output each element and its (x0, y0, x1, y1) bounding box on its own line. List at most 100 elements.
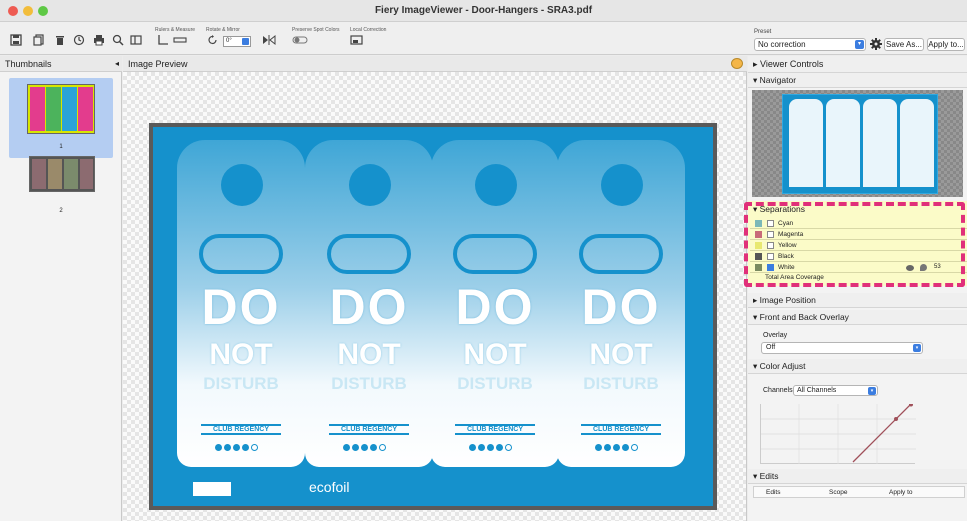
hanger-text-not: NOT (209, 338, 273, 371)
history-icon[interactable] (72, 34, 86, 48)
rating-dots (595, 444, 638, 453)
navigator-header[interactable]: ▾ Navigator (748, 73, 967, 88)
hanger-text-disturb: DISTURB (457, 374, 533, 393)
barcode-logo (193, 482, 231, 496)
edits-table-header: Edits Scope Apply to (753, 486, 965, 498)
door-hanger: DO NOT DISTURB CLUB REGENCY (305, 140, 433, 467)
local-correction-label: Local Correction (350, 27, 387, 33)
thumbnail-page-number: 1 (59, 144, 63, 150)
rating-dots (469, 444, 512, 453)
preset-select[interactable]: No correction ▾ (754, 38, 866, 51)
rotate-icon[interactable] (206, 34, 220, 48)
hanger-hole (475, 164, 517, 206)
overlay-section-header[interactable]: ▾ Front and Back Overlay (748, 310, 967, 325)
print-sheet: DO NOT DISTURB CLUB REGENCY DO NOT DISTU… (149, 123, 717, 510)
viewer-controls-header[interactable]: ▸ Viewer Controls (748, 56, 967, 73)
navigator-view[interactable] (752, 90, 963, 197)
overlay-select[interactable]: Off ▾ (761, 342, 923, 354)
chevron-down-icon: ▾ (855, 40, 864, 49)
chevron-down-icon: ▾ (913, 344, 921, 352)
edits-header[interactable]: ▾ Edits (748, 469, 967, 484)
hanger-text-do: DO (329, 279, 409, 335)
hanger-brand: CLUB REGENCY (455, 424, 535, 435)
preview-status-icon[interactable] (731, 58, 743, 69)
save-as-button[interactable]: Save As... (884, 38, 924, 51)
door-hanger: DO NOT DISTURB CLUB REGENCY (557, 140, 685, 467)
door-hanger: DO NOT DISTURB CLUB REGENCY (431, 140, 559, 467)
sleep-mask-icon (327, 234, 411, 274)
hanger-text-do: DO (581, 279, 661, 335)
thumbnail-page-1[interactable]: 1 (9, 78, 113, 158)
sleep-mask-icon (453, 234, 537, 274)
rating-dots (215, 444, 258, 453)
preview-header: Image Preview (123, 56, 747, 72)
rotate-angle-field[interactable]: 0° (223, 36, 251, 47)
hanger-text-not: NOT (463, 338, 527, 371)
hanger-text-not: NOT (337, 338, 401, 371)
chevron-down-icon: ▾ (868, 387, 876, 395)
image-preview-pane[interactable]: DO NOT DISTURB CLUB REGENCY DO NOT DISTU… (123, 72, 747, 521)
print-icon[interactable] (92, 34, 106, 48)
hanger-text-disturb: DISTURB (583, 374, 659, 393)
hanger-hole (601, 164, 643, 206)
apply-to-col[interactable]: Apply to (889, 487, 913, 498)
channels-select[interactable]: All Channels ▾ (793, 385, 878, 396)
rulers-label: Rulers & Measure (155, 27, 196, 33)
thumbnails-pane: 1 2 (0, 72, 122, 521)
hanger-text-do: DO (455, 279, 535, 335)
mirror-icon[interactable] (262, 34, 276, 48)
color-adjust-header[interactable]: ▾ Color Adjust (748, 359, 967, 374)
title-bar: Fiery ImageViewer - Door-Hangers - SRA3.… (0, 0, 967, 22)
spot-colors-label: Preserve Spot Colors (292, 27, 340, 33)
channels-label: Channels: (763, 387, 795, 394)
preset-label: Preset (754, 29, 772, 35)
right-panel: ▸ Viewer Controls ▾ Navigator ▾ Separati… (744, 56, 967, 521)
overlay-label: Overlay (763, 332, 788, 339)
sleep-mask-icon (199, 234, 283, 274)
hanger-text-do: DO (201, 279, 281, 335)
hanger-text-disturb: DISTURB (331, 374, 407, 393)
zoom-icon[interactable] (111, 34, 125, 48)
chevron-left-icon[interactable]: ◂ (115, 56, 119, 72)
hanger-text-not: NOT (589, 338, 653, 371)
sheet-artwork: DO NOT DISTURB CLUB REGENCY DO NOT DISTU… (153, 127, 713, 506)
hanger-hole (221, 164, 263, 206)
highlight-frame (744, 202, 965, 287)
measure-icon[interactable] (173, 34, 187, 48)
rating-dots (343, 444, 386, 453)
scope-col[interactable]: Scope (829, 487, 847, 498)
toolbar: Rulers & Measure Rotate & Mirror 0° Pres… (0, 22, 967, 55)
ruler-icon[interactable] (156, 34, 170, 48)
hanger-brand: CLUB REGENCY (581, 424, 661, 435)
chevron-down-icon: ▾ (753, 361, 760, 371)
hanger-text-disturb: DISTURB (203, 374, 279, 393)
chevron-right-icon: ▸ (753, 295, 760, 305)
curve-editor[interactable] (760, 402, 916, 464)
hanger-brand: CLUB REGENCY (201, 424, 281, 435)
thumbnail-page-2[interactable]: 2 (9, 156, 113, 218)
chevron-down-icon: ▾ (753, 312, 760, 322)
local-correction-icon[interactable] (350, 34, 364, 48)
split-view-icon[interactable] (129, 34, 143, 48)
apply-to-button[interactable]: Apply to... (927, 38, 965, 51)
save-icon[interactable] (9, 34, 23, 48)
thumbnail-page-number: 2 (59, 208, 63, 214)
rotate-label: Rotate & Mirror (206, 27, 240, 33)
footer-logo: ecofoil (309, 479, 350, 495)
thumbnails-header: Thumbnails ◂ (0, 56, 122, 72)
edits-col[interactable]: Edits (766, 487, 780, 498)
copy-icon[interactable] (32, 34, 46, 48)
trash-icon[interactable] (53, 34, 67, 48)
chevron-down-icon: ▾ (753, 75, 760, 85)
chevron-down-icon: ▾ (753, 471, 760, 481)
hanger-brand: CLUB REGENCY (329, 424, 409, 435)
image-position-header[interactable]: ▸ Image Position (748, 293, 967, 308)
window-title: Fiery ImageViewer - Door-Hangers - SRA3.… (374, 5, 593, 16)
gear-icon[interactable] (869, 38, 883, 52)
hanger-hole (349, 164, 391, 206)
spot-toggle[interactable] (292, 34, 308, 48)
door-hanger: DO NOT DISTURB CLUB REGENCY (177, 140, 305, 467)
sleep-mask-icon (579, 234, 663, 274)
chevron-right-icon: ▸ (753, 59, 761, 69)
navigator-thumbnail (782, 94, 938, 194)
